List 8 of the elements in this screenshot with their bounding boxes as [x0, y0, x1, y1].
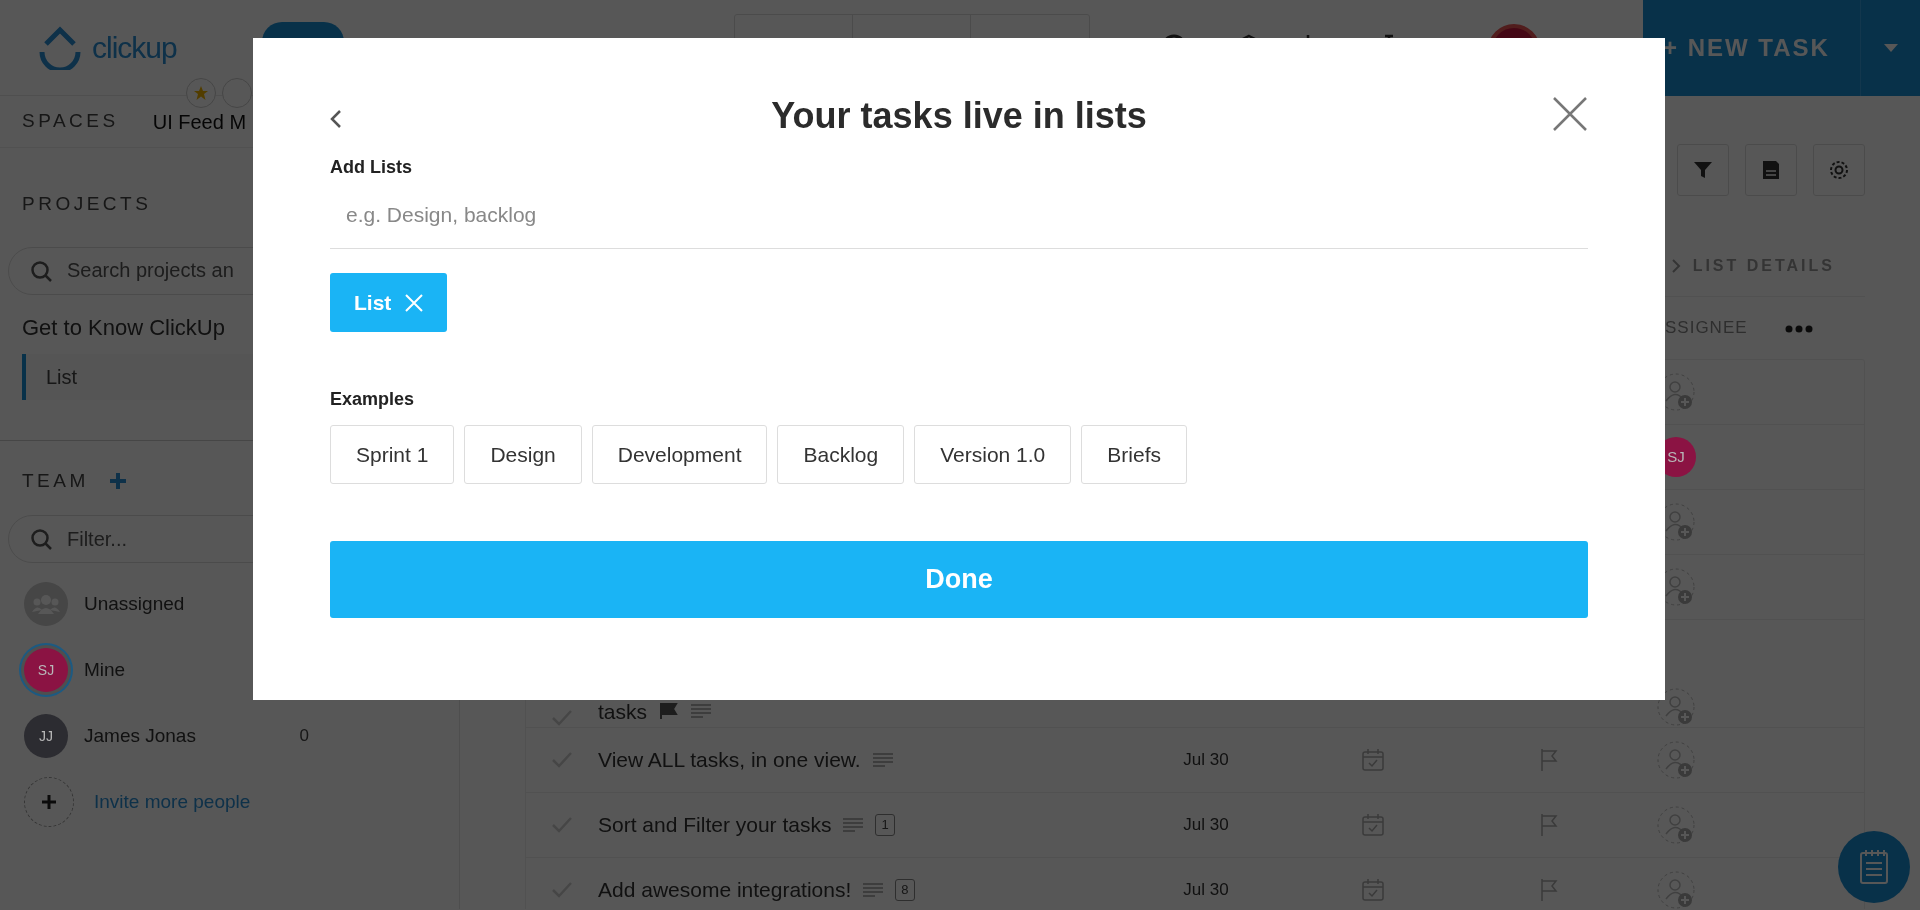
user-avatar: JJ [24, 714, 68, 758]
section-label: SPACES [22, 109, 119, 134]
section-label: TEAM [22, 468, 89, 493]
logo-text: clickup [92, 29, 177, 66]
section-label: PROJECTS [22, 192, 152, 216]
task-count: 0 [299, 725, 309, 748]
modal-title: Your tasks live in lists [771, 94, 1147, 138]
field-label: Add Lists [330, 156, 413, 179]
